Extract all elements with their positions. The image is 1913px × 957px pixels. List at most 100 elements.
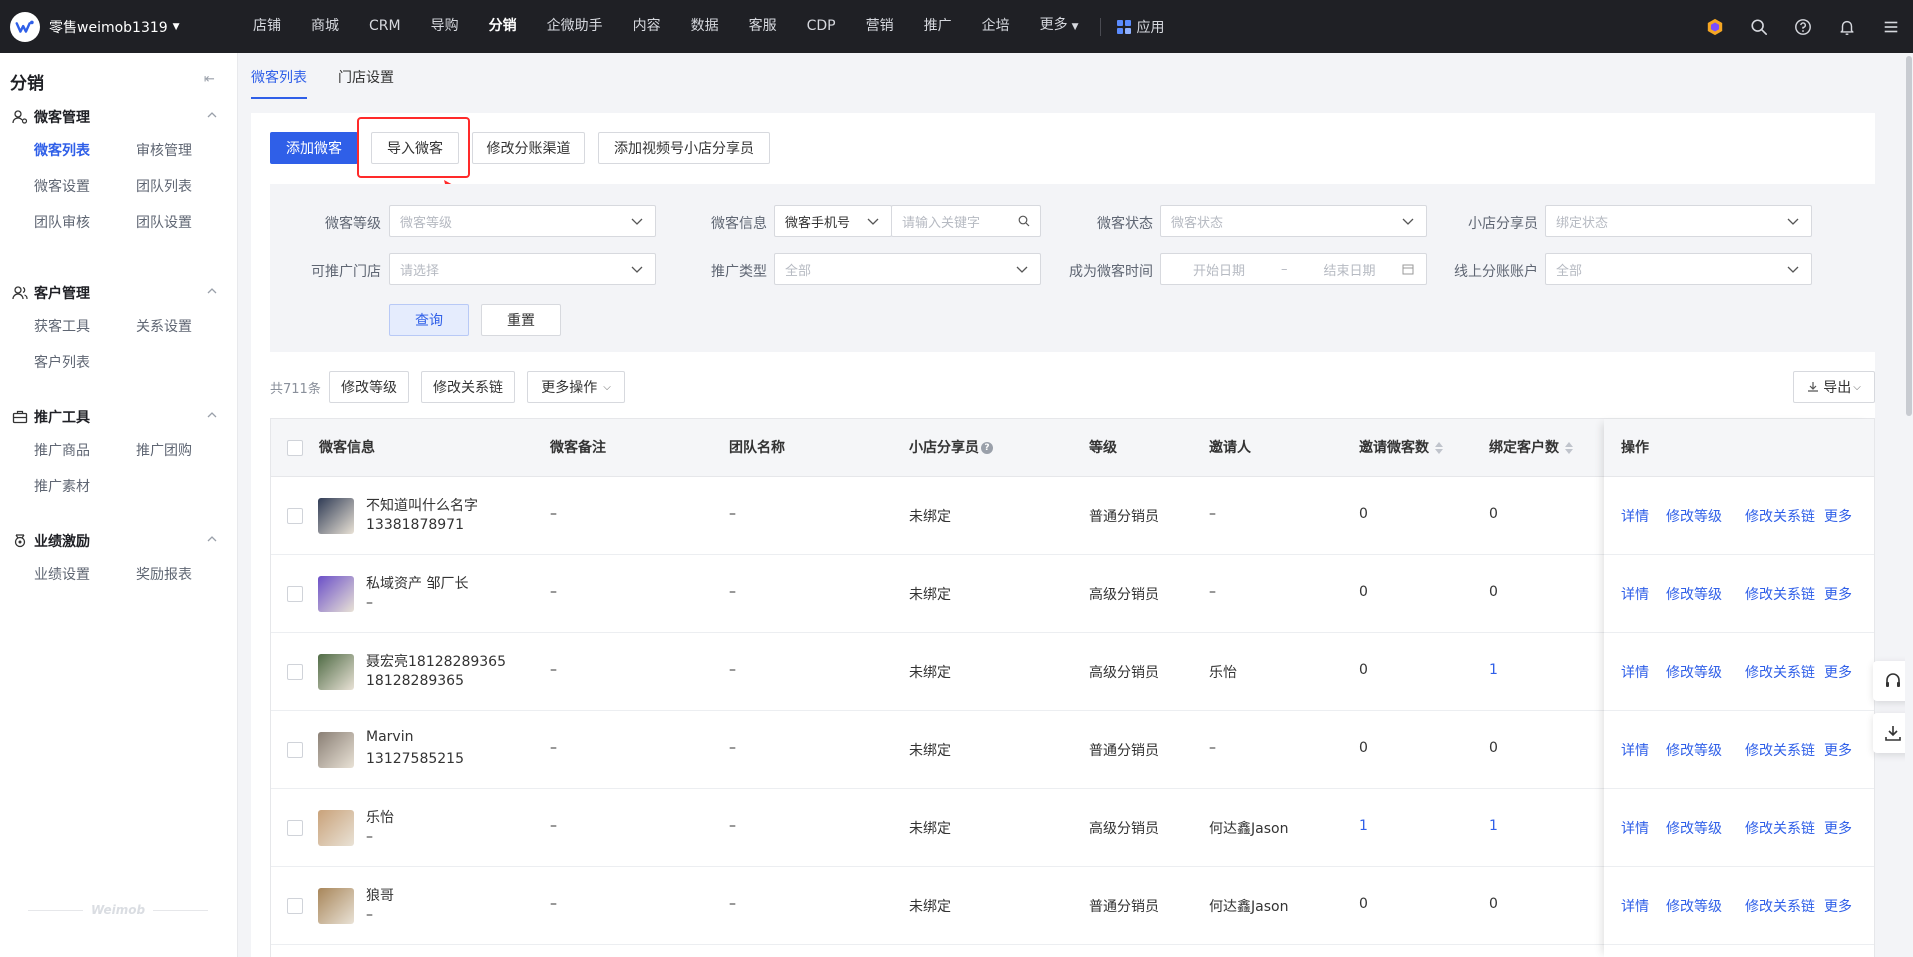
nav-item-service[interactable]: 客服 — [734, 0, 792, 53]
nav-item-guide[interactable]: 导购 — [416, 0, 474, 53]
hexagon-app-icon[interactable] — [1693, 0, 1737, 53]
sidebar-group-header[interactable]: 业绩激励 — [0, 525, 238, 557]
add-weike-button[interactable]: 添加微客 — [270, 132, 358, 164]
sidebar-item-team-list[interactable]: 团队列表 — [136, 169, 238, 205]
more-link[interactable]: 更多 — [1824, 662, 1852, 682]
sidebar-item-team-settings[interactable]: 团队设置 — [136, 205, 238, 241]
date-range-picker[interactable]: 开始日期 – 结束日期 — [1160, 253, 1427, 285]
modify-level-link[interactable]: 修改等级 — [1666, 740, 1722, 760]
row-checkbox[interactable] — [287, 664, 303, 680]
sidebar-item-reward-report[interactable]: 奖励报表 — [136, 557, 238, 593]
modify-chain-button[interactable]: 修改关系链 — [421, 371, 515, 403]
row-checkbox[interactable] — [287, 898, 303, 914]
modify-chain-link[interactable]: 修改关系链 — [1745, 584, 1815, 604]
tab-store-settings[interactable]: 门店设置 — [338, 67, 394, 97]
nav-item-more[interactable]: 更多 ▼ — [1025, 0, 1094, 54]
sort-icon[interactable] — [1435, 442, 1443, 454]
nav-item-mall[interactable]: 商城 — [296, 0, 354, 53]
modify-chain-link[interactable]: 修改关系链 — [1745, 740, 1815, 760]
menu-icon[interactable] — [1869, 0, 1913, 53]
modify-level-link[interactable]: 修改等级 — [1666, 584, 1722, 604]
modify-chain-link[interactable]: 修改关系链 — [1745, 662, 1815, 682]
info-keyword-input[interactable]: 请输入关键字 — [891, 205, 1041, 237]
store-select[interactable]: 请选择 — [389, 253, 656, 285]
sidebar-item-acquire-tools[interactable]: 获客工具 — [34, 309, 136, 345]
sidebar-item-relation-settings[interactable]: 关系设置 — [136, 309, 238, 345]
modify-chain-link[interactable]: 修改关系链 — [1745, 506, 1815, 526]
col-bound-count[interactable]: 绑定客户数 — [1489, 419, 1573, 477]
more-link[interactable]: 更多 — [1824, 818, 1852, 838]
sidebar-item-customer-list[interactable]: 客户列表 — [34, 345, 136, 381]
sidebar-item-promo-group-buy[interactable]: 推广团购 — [136, 433, 238, 469]
sharer-select[interactable]: 绑定状态 — [1545, 205, 1812, 237]
modify-channel-button[interactable]: 修改分账渠道 — [472, 132, 585, 164]
nav-item-distribution[interactable]: 分销 — [474, 0, 532, 53]
nav-item-store[interactable]: 店铺 — [238, 0, 296, 53]
reset-button[interactable]: 重置 — [481, 304, 561, 336]
row-checkbox[interactable] — [287, 742, 303, 758]
modify-chain-link[interactable]: 修改关系链 — [1745, 896, 1815, 916]
modify-chain-link[interactable]: 修改关系链 — [1745, 818, 1815, 838]
more-link[interactable]: 更多 — [1824, 740, 1852, 760]
nav-item-promotion[interactable]: 推广 — [909, 0, 967, 53]
nav-item-data[interactable]: 数据 — [676, 0, 734, 53]
sidebar-item-team-review[interactable]: 团队审核 — [34, 205, 136, 241]
row-checkbox[interactable] — [287, 820, 303, 836]
help-icon[interactable]: ? — [981, 442, 993, 454]
sort-icon[interactable] — [1565, 442, 1573, 454]
select-all-checkbox[interactable] — [287, 440, 303, 456]
more-link[interactable]: 更多 — [1824, 506, 1852, 526]
page-scrollbar-thumb[interactable] — [1906, 56, 1912, 416]
store-switcher[interactable]: 零售weimob1319 ▼ — [0, 0, 238, 53]
nav-item-marketing[interactable]: 营销 — [851, 0, 909, 53]
cell-bound[interactable]: 1 — [1489, 818, 1498, 834]
nav-item-content[interactable]: 内容 — [618, 0, 676, 53]
detail-link[interactable]: 详情 — [1621, 506, 1649, 526]
modify-level-button[interactable]: 修改等级 — [329, 371, 409, 403]
modify-level-link[interactable]: 修改等级 — [1666, 662, 1722, 682]
sidebar-item-weike-list[interactable]: 微客列表 — [34, 133, 136, 169]
row-checkbox[interactable] — [287, 586, 303, 602]
collapse-sidebar-icon[interactable]: ⇤ — [204, 72, 215, 87]
info-type-select[interactable]: 微客手机号 — [774, 205, 892, 237]
level-select[interactable]: 微客等级 — [389, 205, 656, 237]
sidebar-group-header[interactable]: 客户管理 — [0, 277, 238, 309]
more-link[interactable]: 更多 — [1824, 896, 1852, 916]
promo-type-select[interactable]: 全部 — [774, 253, 1041, 285]
detail-link[interactable]: 详情 — [1621, 896, 1649, 916]
bell-icon[interactable] — [1825, 0, 1869, 53]
add-video-sharer-button[interactable]: 添加视频号小店分享员 — [598, 132, 770, 164]
modify-level-link[interactable]: 修改等级 — [1666, 506, 1722, 526]
detail-link[interactable]: 详情 — [1621, 740, 1649, 760]
search-icon[interactable] — [1737, 0, 1781, 53]
row-checkbox[interactable] — [287, 508, 303, 524]
status-select[interactable]: 微客状态 — [1160, 205, 1427, 237]
detail-link[interactable]: 详情 — [1621, 662, 1649, 682]
sidebar-item-promo-materials[interactable]: 推广素材 — [34, 469, 136, 505]
sidebar-group-header[interactable]: 推广工具 — [0, 401, 238, 433]
sidebar-item-weike-settings[interactable]: 微客设置 — [34, 169, 136, 205]
help-icon[interactable] — [1781, 0, 1825, 53]
sidebar-item-performance-settings[interactable]: 业绩设置 — [34, 557, 136, 593]
col-invited-count[interactable]: 邀请微客数 — [1359, 419, 1443, 477]
nav-item-training[interactable]: 企培 — [967, 0, 1025, 53]
modify-level-link[interactable]: 修改等级 — [1666, 818, 1722, 838]
sidebar-item-promo-goods[interactable]: 推广商品 — [34, 433, 136, 469]
more-link[interactable]: 更多 — [1824, 584, 1852, 604]
account-select[interactable]: 全部 — [1545, 253, 1812, 285]
nav-item-crm[interactable]: CRM — [354, 0, 416, 53]
nav-item-cdp[interactable]: CDP — [792, 0, 851, 53]
export-button[interactable]: 导出 ⌵ — [1793, 371, 1875, 403]
cell-bound[interactable]: 1 — [1489, 662, 1498, 678]
sidebar-item-review[interactable]: 审核管理 — [136, 133, 238, 169]
more-operations-button[interactable]: 更多操作 ⌵ — [527, 371, 625, 403]
apps-button[interactable]: 应用 — [1107, 17, 1175, 37]
tab-weike-list[interactable]: 微客列表 — [251, 67, 307, 99]
modify-level-link[interactable]: 修改等级 — [1666, 896, 1722, 916]
query-button[interactable]: 查询 — [389, 304, 469, 336]
detail-link[interactable]: 详情 — [1621, 818, 1649, 838]
sidebar-group-header[interactable]: 微客管理 — [0, 101, 238, 133]
nav-item-wecom[interactable]: 企微助手 — [532, 0, 618, 53]
detail-link[interactable]: 详情 — [1621, 584, 1649, 604]
cell-invited[interactable]: 1 — [1359, 818, 1368, 834]
